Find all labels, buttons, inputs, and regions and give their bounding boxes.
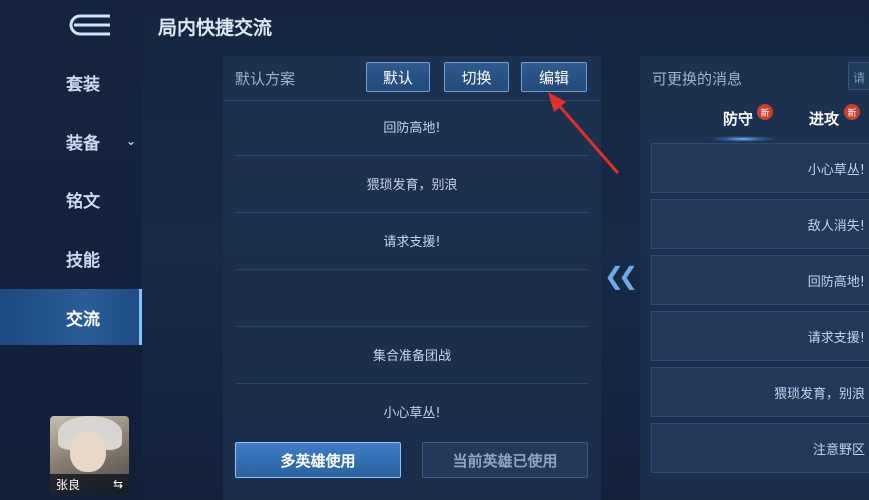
message-slot[interactable] xyxy=(235,269,589,327)
new-badge: 新 xyxy=(757,104,773,120)
message-card[interactable]: 小心草丛! xyxy=(651,143,869,193)
message-card[interactable]: 回防高地! xyxy=(651,255,869,305)
chevron-down-icon: ⌄ xyxy=(126,134,137,148)
message-card[interactable]: 猥琐发育，别浪 xyxy=(651,367,869,417)
switch-button[interactable]: 切换 xyxy=(444,62,509,92)
tab-defense[interactable]: 防守 xyxy=(723,108,753,129)
page-title: 局内快捷交流 xyxy=(158,17,273,39)
message-card[interactable]: 注意野区 xyxy=(651,423,869,473)
active-tab-glow xyxy=(710,136,776,142)
hero-name-bar: 张良 ⇆ xyxy=(50,474,129,494)
replaceable-title: 可更换的消息 xyxy=(652,70,743,88)
avatar-face xyxy=(70,432,106,472)
new-badge: 新 xyxy=(844,104,860,120)
multi-hero-button[interactable]: 多英雄使用 xyxy=(235,442,401,478)
hero-name: 张良 xyxy=(56,477,81,492)
message-slot[interactable]: 猥琐发育，别浪 xyxy=(235,155,589,213)
message-card[interactable]: 请求支援! xyxy=(651,311,869,361)
message-slot[interactable]: 集合准备团战 xyxy=(235,326,589,384)
replaceable-messages-panel: 可更换的消息 请 防守 新 进攻 新 小心草丛! 敌人消失! 回防高地! 请求支… xyxy=(640,56,869,500)
default-scheme-panel: 默认方案 默认 切换 编辑 回防高地! 猥琐发育，别浪 请求支援! 集合准备团战… xyxy=(223,56,601,500)
current-hero-button[interactable]: 当前英雄已使用 xyxy=(422,442,588,478)
message-slot[interactable]: 请求支援! xyxy=(235,212,589,270)
tab-attack[interactable]: 进攻 xyxy=(809,108,839,129)
back-arrow-icon[interactable] xyxy=(66,12,116,38)
sidebar-item-equipment[interactable]: 装备 ⌄ xyxy=(0,113,142,169)
panel-header: 默认方案 默认 切换 编辑 xyxy=(223,56,601,101)
sidebar-item-inscription[interactable]: 铭文 xyxy=(0,171,142,227)
edit-button[interactable]: 编辑 xyxy=(521,62,587,92)
sidebar-item-skills[interactable]: 技能 xyxy=(0,230,142,286)
sidebar: 套装 装备 ⌄ 铭文 技能 交流 张良 ⇆ xyxy=(0,0,142,500)
message-slot[interactable]: 小心草丛! xyxy=(235,383,589,440)
message-slot[interactable]: 回防高地! xyxy=(235,98,589,156)
sidebar-item-communication[interactable]: 交流 xyxy=(0,289,142,345)
double-chevron-left-icon[interactable]: ❮❮ xyxy=(604,262,638,290)
scheme-title: 默认方案 xyxy=(235,70,296,88)
sidebar-item-outfit[interactable]: 套装 xyxy=(0,54,142,110)
message-card[interactable]: 敌人消失! xyxy=(651,199,869,249)
swap-arrows-icon[interactable]: ⇆ xyxy=(113,477,123,491)
default-button[interactable]: 默认 xyxy=(366,62,430,92)
search-input[interactable]: 请 xyxy=(848,62,869,90)
hero-avatar[interactable]: 张良 ⇆ xyxy=(50,416,129,494)
